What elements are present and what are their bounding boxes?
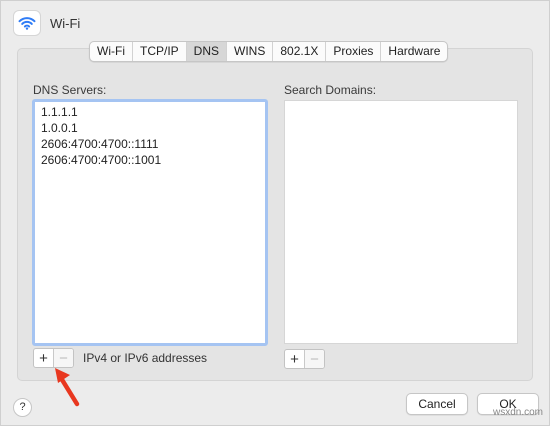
tab-802-1x[interactable]: 802.1X xyxy=(272,42,325,61)
add-dns-server-button[interactable]: + xyxy=(34,349,53,367)
window-title: Wi-Fi xyxy=(50,15,81,31)
dns-hint-text: IPv4 or IPv6 addresses xyxy=(83,351,208,365)
red-arrow-icon xyxy=(55,368,80,407)
window: Wi-Fi Wi-Fi TCP/IP DNS WINS 802.1X Proxi… xyxy=(0,0,550,426)
wifi-icon xyxy=(13,10,41,36)
remove-search-domain-button[interactable]: − xyxy=(304,350,324,368)
tab-wi-fi[interactable]: Wi-Fi xyxy=(90,42,132,61)
dns-servers-list[interactable]: 1.1.1.1 1.0.0.1 2606:4700:4700::1111 260… xyxy=(32,99,268,346)
dns-server-row[interactable]: 2606:4700:4700::1111 xyxy=(35,136,265,152)
add-search-domain-button[interactable]: + xyxy=(285,350,304,368)
dns-servers-label: DNS Servers: xyxy=(33,83,107,97)
tab-bar: Wi-Fi TCP/IP DNS WINS 802.1X Proxies Har… xyxy=(89,41,449,62)
watermark: wsxdn.com xyxy=(493,407,544,418)
dns-server-row[interactable]: 1.0.0.1 xyxy=(35,120,265,136)
search-domains-list[interactable] xyxy=(284,100,518,344)
dns-server-row[interactable]: 1.1.1.1 xyxy=(35,104,265,120)
tab-tcp-ip[interactable]: TCP/IP xyxy=(131,42,186,61)
title-bar: Wi-Fi xyxy=(13,10,81,36)
dns-server-row[interactable]: 2606:4700:4700::1001 xyxy=(35,152,265,168)
search-add-remove-control: + − xyxy=(284,349,325,369)
help-button[interactable]: ? xyxy=(13,398,32,417)
cancel-button[interactable]: Cancel xyxy=(406,393,468,415)
remove-dns-server-button[interactable]: − xyxy=(53,349,73,367)
dns-add-remove-control: + − xyxy=(33,348,74,368)
tab-proxies[interactable]: Proxies xyxy=(325,42,380,61)
tab-wins[interactable]: WINS xyxy=(226,42,272,61)
tab-hardware[interactable]: Hardware xyxy=(380,42,447,61)
search-domains-label: Search Domains: xyxy=(284,83,377,97)
tab-dns[interactable]: DNS xyxy=(185,42,226,61)
